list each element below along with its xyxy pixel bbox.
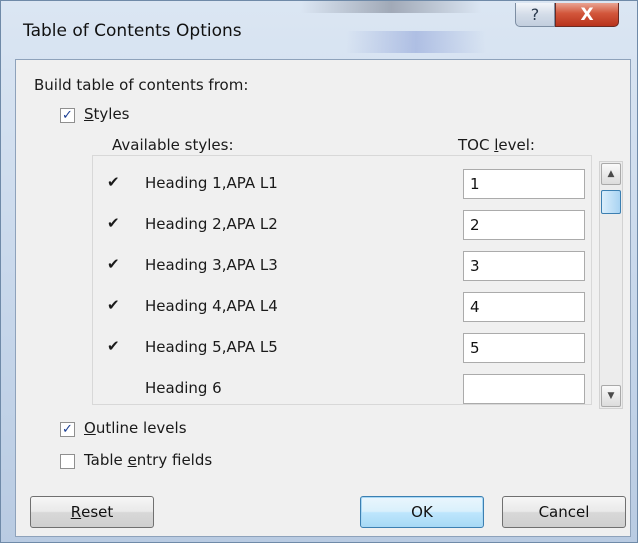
row-checkmark-icon: ✔ <box>107 255 120 273</box>
table-entry-fields-label[interactable]: Table entry fields <box>84 451 212 469</box>
help-icon[interactable]: ? <box>515 3 555 27</box>
cancel-button[interactable]: Cancel <box>502 496 626 528</box>
toc-level-input[interactable] <box>463 169 585 199</box>
reset-button[interactable]: Reset <box>30 496 154 528</box>
row-checkmark-icon: ✔ <box>107 296 120 314</box>
styles-checkbox-label[interactable]: Styles <box>84 105 130 123</box>
style-name[interactable]: Heading 3,APA L3 <box>145 256 278 274</box>
row-checkmark-icon: ✔ <box>107 173 120 191</box>
build-from-label: Build table of contents from: <box>34 76 249 94</box>
toc-level-input[interactable] <box>463 292 585 322</box>
ok-button[interactable]: OK <box>360 496 484 528</box>
row-checkmark-icon: ✔ <box>107 337 120 355</box>
title-bar[interactable]: Table of Contents Options ? X <box>1 1 637 59</box>
style-name[interactable]: Heading 4,APA L4 <box>145 297 278 315</box>
style-name[interactable]: Heading 6 <box>145 379 222 397</box>
available-styles-list[interactable]: ✔ Heading 1,APA L1 ✔ Heading 2,APA L2 ✔ Headi… <box>92 155 592 405</box>
style-name[interactable]: Heading 5,APA L5 <box>145 338 278 356</box>
background-heading-ghost <box>346 31 486 53</box>
styles-checkbox[interactable]: ✓ <box>60 108 75 123</box>
available-styles-header: Available styles: <box>112 136 234 154</box>
background-window-ghost <box>301 1 481 13</box>
row-checkmark-icon: ✔ <box>107 214 120 232</box>
toc-level-header: TOC level: <box>458 136 535 154</box>
dialog-title: Table of Contents Options <box>23 21 242 41</box>
toc-level-input[interactable] <box>463 374 585 404</box>
outline-levels-label[interactable]: Outline levels <box>84 419 187 437</box>
toc-options-dialog: Table of Contents Options ? X Build tabl… <box>0 0 638 543</box>
toc-level-input[interactable] <box>463 333 585 363</box>
style-name[interactable]: Heading 1,APA L1 <box>145 174 278 192</box>
dialog-body: Build table of contents from: ✓ Styles A… <box>15 59 631 537</box>
close-icon[interactable]: X <box>555 3 619 27</box>
scroll-up-icon[interactable]: ▲ <box>601 163 621 185</box>
outline-levels-checkbox[interactable]: ✓ <box>60 422 75 437</box>
styles-scrollbar[interactable]: ▲ ▼ <box>599 161 623 409</box>
style-name[interactable]: Heading 2,APA L2 <box>145 215 278 233</box>
toc-level-input[interactable] <box>463 251 585 281</box>
table-entry-fields-checkbox[interactable] <box>60 454 75 469</box>
toc-level-input[interactable] <box>463 210 585 240</box>
scroll-thumb[interactable] <box>601 190 621 214</box>
scroll-down-icon[interactable]: ▼ <box>601 385 621 407</box>
